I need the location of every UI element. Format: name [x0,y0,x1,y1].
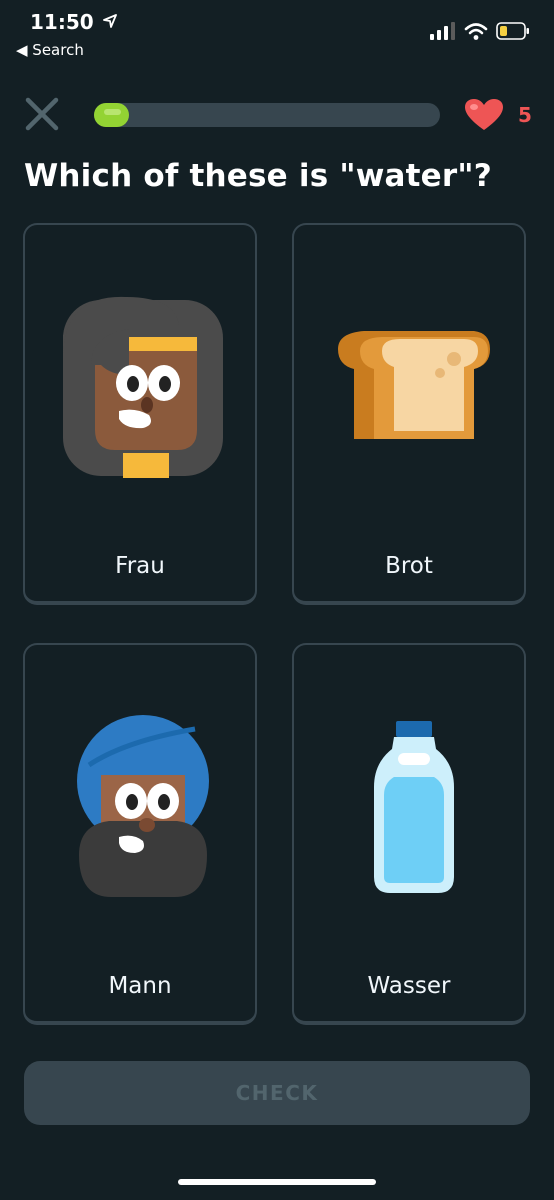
heart-icon [465,99,503,130]
hearts-count: 5 [518,103,532,127]
progress-fill [94,103,129,127]
option-label: Mann [108,973,172,999]
option-label: Frau [115,553,165,579]
option-card-mann[interactable]: Mann [23,643,257,1025]
man-turban-icon [77,715,209,897]
close-icon[interactable] [24,96,60,132]
progress-bar [94,103,440,127]
status-time: 11:50 [30,10,117,34]
question-title: Which of these is "water"? [24,158,492,194]
progress-shine [104,109,121,115]
check-button[interactable]: CHECK [24,1061,530,1125]
option-label: Wasser [367,973,451,999]
battery-icon [496,22,529,40]
bread-icon [338,331,490,439]
wifi-icon [464,23,488,40]
woman-icon [63,296,223,478]
option-card-wasser[interactable]: Wasser [292,643,526,1025]
signal-icon [430,22,455,40]
hearts-counter: 5 [464,98,532,132]
option-label: Brot [385,553,433,579]
option-card-frau[interactable]: Frau [23,223,257,605]
home-indicator [178,1179,376,1185]
option-card-brot[interactable]: Brot [292,223,526,605]
back-to-search-link[interactable]: ◀ Search [16,41,84,59]
status-icons [430,22,530,40]
location-arrow-icon [102,14,117,28]
water-bottle-icon [374,721,454,893]
